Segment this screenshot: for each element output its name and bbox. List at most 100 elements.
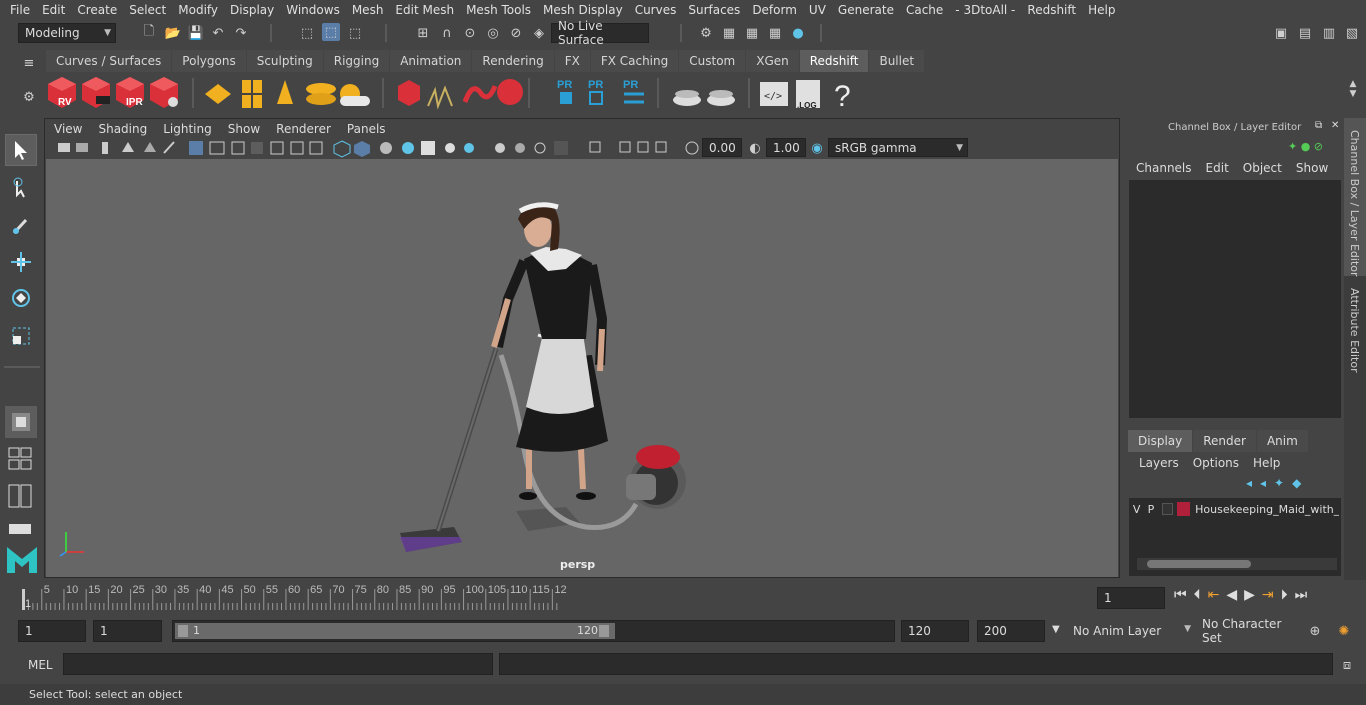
rotate-tool-icon[interactable] xyxy=(5,282,37,314)
open-scene-icon[interactable]: 📂 xyxy=(164,24,182,42)
new-scene-icon[interactable]: 🗋 xyxy=(140,24,158,42)
close-panel-icon[interactable]: ✕ xyxy=(1331,120,1339,131)
menu-3dtoall[interactable]: - 3DtoAll - xyxy=(949,3,1021,17)
float-panel-icon[interactable]: ⧉ xyxy=(1315,120,1322,131)
playback-start-field[interactable]: 1 xyxy=(93,620,162,642)
exposure-field[interactable]: 0.00 xyxy=(702,138,742,157)
script-editor-icon[interactable]: ⧈ xyxy=(1338,656,1356,674)
menu-cache[interactable]: Cache xyxy=(900,3,949,17)
menu-display[interactable]: Display xyxy=(224,3,280,17)
layer-color-swatch[interactable] xyxy=(1176,502,1191,516)
live-surface-field[interactable]: No Live Surface xyxy=(551,19,649,47)
shelf-tab-xgen[interactable]: XGen xyxy=(746,50,799,72)
menu-uv[interactable]: UV xyxy=(803,3,832,17)
ipr-render-icon[interactable]: ▦ xyxy=(743,24,761,42)
viewport-menu-panels[interactable]: Panels xyxy=(347,122,394,136)
viewport-menu-show[interactable]: Show xyxy=(228,122,268,136)
go-to-start-icon[interactable]: ⏮ xyxy=(1174,587,1187,603)
anim-layer-dropdown[interactable]: No Anim Layer ▼ xyxy=(1067,620,1191,642)
play-forwards-icon[interactable]: ▶ xyxy=(1244,587,1255,603)
menu-surfaces[interactable]: Surfaces xyxy=(682,3,746,17)
viewport-menu-lighting[interactable]: Lighting xyxy=(163,122,220,136)
channel-box-menu-edit[interactable]: Edit xyxy=(1206,161,1229,175)
menu-edit[interactable]: Edit xyxy=(36,3,71,17)
menu-help[interactable]: Help xyxy=(1082,3,1121,17)
redshift-shelf-icons[interactable]: RV IPR PR PR PR </> .LOG ? xyxy=(40,72,1340,116)
layer-tool-icons[interactable]: ◂◂✦◆ xyxy=(1246,476,1309,490)
channel-box-menu-channels[interactable]: Channels xyxy=(1136,161,1192,175)
scale-tool-icon[interactable] xyxy=(5,320,37,352)
channel-box-menu-object[interactable]: Object xyxy=(1243,161,1282,175)
viewport-menu-view[interactable]: View xyxy=(54,122,90,136)
range-start-grip[interactable] xyxy=(178,625,188,637)
layer-menu-options[interactable]: Options xyxy=(1193,456,1239,470)
color-management-icon[interactable]: ◉ xyxy=(808,139,826,157)
snap-point-icon[interactable]: ⊙ xyxy=(461,24,479,42)
select-hierarchy-icon[interactable]: ⬚ xyxy=(298,24,316,42)
menu-modify[interactable]: Modify xyxy=(172,3,224,17)
viewport-canvas[interactable] xyxy=(46,159,1118,577)
layer-reference-toggle[interactable] xyxy=(1161,503,1173,515)
step-back-key-icon[interactable]: ⇤ xyxy=(1208,587,1220,603)
shelf-scroll-icon[interactable]: ▲ ▼ xyxy=(1344,79,1362,99)
shelf-tab-rendering[interactable]: Rendering xyxy=(472,50,554,72)
step-back-frame-icon[interactable]: ⏴ xyxy=(1194,587,1201,603)
menu-select[interactable]: Select xyxy=(123,3,172,17)
render-settings-icon[interactable]: ⚙ xyxy=(697,24,715,42)
layer-menu-layers[interactable]: Layers xyxy=(1139,456,1179,470)
gamma-field[interactable]: 1.00 xyxy=(766,138,806,157)
step-forward-frame-icon[interactable]: ⏵ xyxy=(1281,587,1288,603)
auto-key-icon[interactable]: ⊕ xyxy=(1306,622,1324,640)
menu-mesh-display[interactable]: Mesh Display xyxy=(537,3,629,17)
shelf-tab-fx[interactable]: FX xyxy=(554,50,590,72)
shelf-tab-curves-surfaces[interactable]: Curves / Surfaces xyxy=(46,50,172,72)
select-tool-icon[interactable] xyxy=(5,134,37,166)
shelf-tab-polygons[interactable]: Polygons xyxy=(172,50,246,72)
mode-dropdown[interactable]: Modeling ▼ xyxy=(18,23,116,43)
render-view-icon[interactable]: ▦ xyxy=(766,24,784,42)
render-current-frame-icon[interactable]: ▦ xyxy=(720,24,738,42)
menu-create[interactable]: Create xyxy=(71,3,123,17)
step-forward-key-icon[interactable]: ⇥ xyxy=(1262,587,1274,603)
snap-view-plane-icon[interactable]: ⊘ xyxy=(507,24,525,42)
range-slider[interactable]: 1 120 xyxy=(172,620,895,642)
menu-file[interactable]: File xyxy=(4,3,36,17)
viewport-toolbar-icons[interactable] xyxy=(46,138,486,158)
menu-redshift[interactable]: Redshift xyxy=(1021,3,1082,17)
shelf-tab-redshift[interactable]: Redshift xyxy=(799,50,869,72)
shelf-tab-rigging[interactable]: Rigging xyxy=(323,50,390,72)
play-backwards-icon[interactable]: ◀ xyxy=(1226,587,1237,603)
animation-start-field[interactable]: 1 xyxy=(18,620,86,642)
menu-windows[interactable]: Windows xyxy=(280,3,346,17)
shelf-tab-fx-caching[interactable]: FX Caching xyxy=(590,50,679,72)
channel-box-menu-show[interactable]: Show xyxy=(1296,161,1328,175)
layer-tab-anim[interactable]: Anim xyxy=(1256,430,1308,452)
viewport-menu-renderer[interactable]: Renderer xyxy=(276,122,339,136)
menu-curves[interactable]: Curves xyxy=(629,3,683,17)
maid-vacuum-model[interactable] xyxy=(46,159,1118,577)
viewport-menu-shading[interactable]: Shading xyxy=(98,122,155,136)
layer-scroll-thumb[interactable] xyxy=(1147,560,1251,568)
single-pane-layout-icon[interactable] xyxy=(5,442,37,474)
panel-toggle-icon[interactable]: ▥ xyxy=(1320,24,1338,42)
range-end-grip[interactable] xyxy=(599,625,609,637)
menu-deform[interactable]: Deform xyxy=(746,3,803,17)
make-live-icon[interactable]: ◈ xyxy=(530,24,548,42)
animation-end-field[interactable]: 200 xyxy=(977,620,1045,642)
hypershade-icon[interactable]: ● xyxy=(789,24,807,42)
maya-logo-icon[interactable] xyxy=(5,542,37,574)
undo-icon[interactable]: ↶ xyxy=(209,24,227,42)
shelf-tab-bullet[interactable]: Bullet xyxy=(869,50,925,72)
menu-mesh[interactable]: Mesh xyxy=(346,3,390,17)
shelf-menu-icon[interactable]: ≡ xyxy=(20,54,38,72)
shelf-tab-animation[interactable]: Animation xyxy=(390,50,472,72)
lasso-tool-icon[interactable] xyxy=(5,172,37,204)
select-component-icon[interactable]: ⬚ xyxy=(346,24,364,42)
command-input[interactable] xyxy=(63,653,493,675)
menu-edit-mesh[interactable]: Edit Mesh xyxy=(389,3,460,17)
shelf-tab-custom[interactable]: Custom xyxy=(679,50,746,72)
side-tab-attribute-editor[interactable]: Attribute Editor xyxy=(1348,288,1361,373)
layer-tab-render[interactable]: Render xyxy=(1193,430,1256,452)
playback-end-field[interactable]: 120 xyxy=(901,620,969,642)
move-tool-icon[interactable] xyxy=(5,246,37,278)
